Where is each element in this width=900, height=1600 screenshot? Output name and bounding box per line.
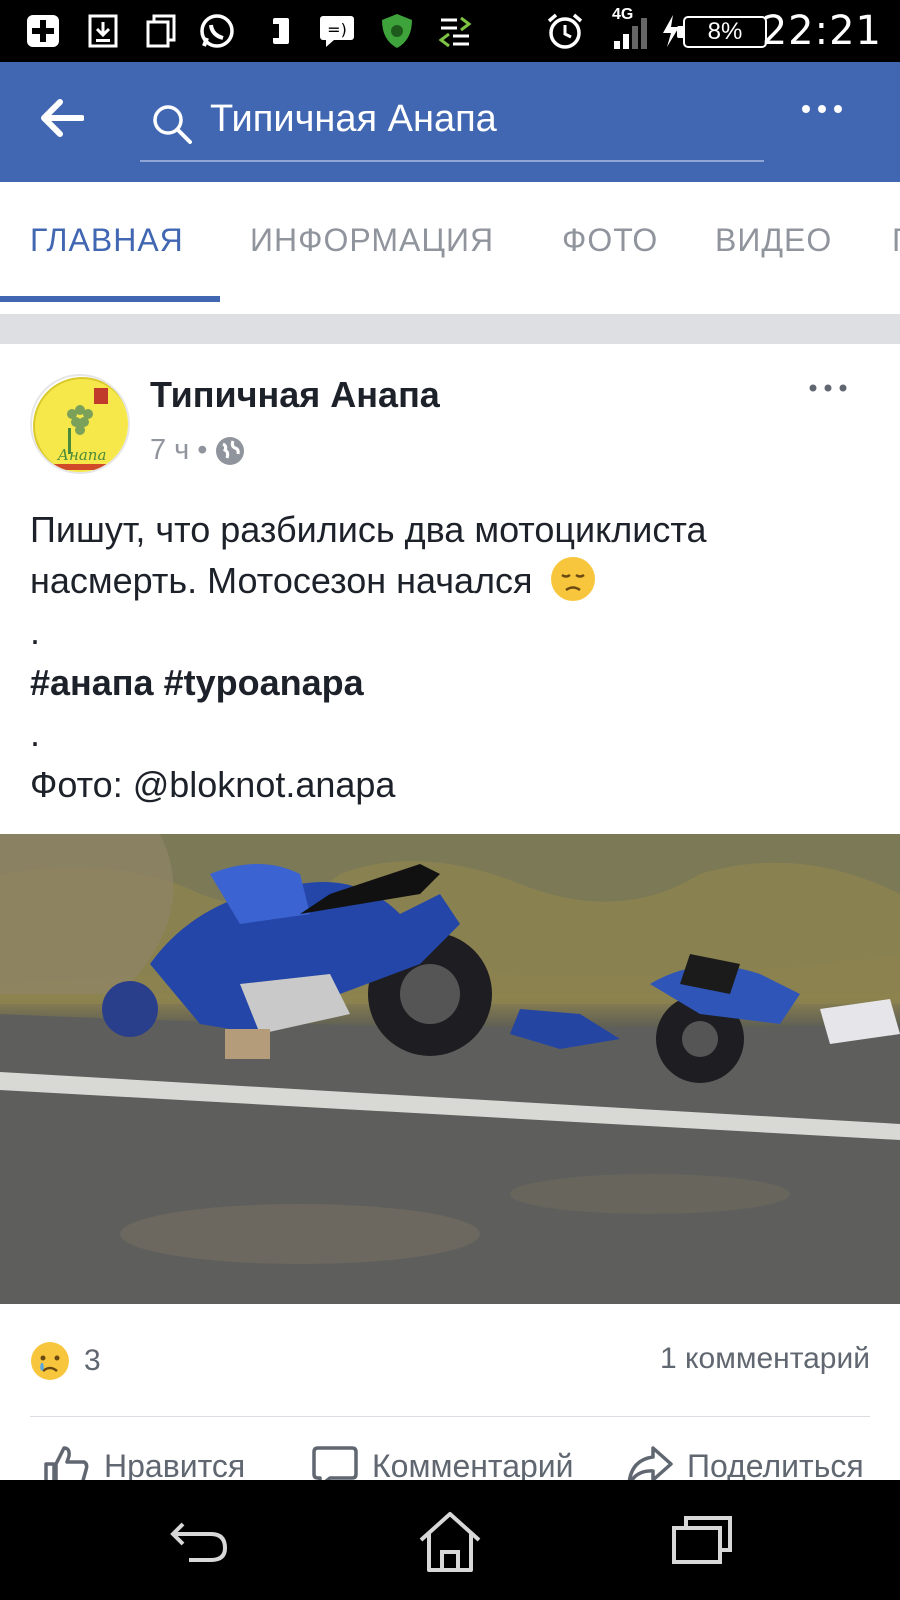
tab-main[interactable]: ГЛАВНАЯ: [30, 222, 184, 259]
nav-recents-button[interactable]: [668, 1510, 738, 1570]
back-button[interactable]: [40, 98, 100, 148]
sad-reaction-icon: [31, 1342, 69, 1380]
post-photo[interactable]: [0, 834, 900, 1304]
copy-icon: [142, 12, 180, 50]
search-field[interactable]: Типичная Анапа: [140, 84, 764, 162]
post-author[interactable]: Типичная Анапа: [150, 374, 440, 416]
nav-home-button[interactable]: [415, 1510, 485, 1572]
disappointed-face-icon: [550, 557, 595, 601]
search-icon: [153, 105, 192, 144]
reactions-summary[interactable]: 3: [30, 1336, 101, 1386]
post-text-line: .: [30, 713, 41, 754]
post-body: Пишут, что разбились два мотоциклиста на…: [30, 504, 870, 810]
like-label: Нравится: [104, 1447, 246, 1484]
post-options-button[interactable]: [808, 380, 858, 400]
phone-transfer-icon: [262, 12, 300, 50]
more-dots-icon: [809, 384, 847, 392]
whatsapp-icon: [198, 12, 236, 50]
status-bar: =) 4G 8% 22:21: [0, 0, 900, 62]
tab-video[interactable]: ВИДЕО: [715, 222, 832, 259]
motorcycle-crash-photo: [0, 834, 900, 1304]
app-bar: Типичная Анапа: [0, 62, 900, 182]
photo-credit: Фото: @bloknot.anapa: [30, 764, 396, 805]
more-dots-icon: [802, 105, 842, 113]
page-tabs: ГЛАВНАЯ ИНФОРМАЦИЯ ФОТО ВИДЕО Г: [0, 182, 900, 302]
more-options-button[interactable]: [800, 102, 860, 142]
recent-apps-icon: [672, 1516, 732, 1564]
comments-count-link[interactable]: 1 комментарий: [660, 1342, 870, 1376]
signal-icon: [612, 14, 650, 52]
search-query: Типичная Анапа: [210, 98, 497, 140]
section-divider: [0, 314, 900, 344]
alarm-icon: [546, 12, 584, 50]
app-plus-icon: [24, 12, 62, 50]
post-text-line: Пишут, что разбились два мотоциклиста: [30, 509, 707, 550]
globe-icon: [216, 436, 245, 465]
share-label: Поделиться: [687, 1447, 864, 1484]
nav-back-icon: [170, 1522, 228, 1562]
post-hashtags[interactable]: #анапа #typoanapa: [30, 657, 870, 708]
tab-photo[interactable]: ФОТО: [562, 222, 658, 259]
back-arrow-icon: [41, 99, 85, 137]
clock: 22:21: [761, 8, 882, 54]
tab-info[interactable]: ИНФОРМАЦИЯ: [250, 222, 494, 259]
antivirus-icon: [378, 12, 416, 50]
post-time[interactable]: 7 ч: [150, 434, 189, 467]
meta-separator: •: [197, 434, 208, 466]
svg-text:=): =): [327, 20, 347, 39]
system-nav-bar: [0, 1480, 900, 1600]
post-text-line: насмерть. Мотосезон начался: [30, 555, 870, 606]
tab-more[interactable]: Г: [892, 222, 900, 259]
comment-label: Комментарий: [372, 1447, 574, 1484]
divider: [30, 1416, 870, 1417]
avatar-lettering: Анапа: [57, 446, 107, 464]
data-transfer-icon: [436, 12, 474, 50]
download-icon: [84, 12, 122, 50]
battery-indicator: 8%: [677, 16, 767, 48]
reaction-count: 3: [84, 1344, 101, 1377]
nav-back-button[interactable]: [165, 1510, 235, 1570]
page-avatar[interactable]: Анапа: [30, 374, 130, 474]
active-tab-indicator: [0, 296, 220, 302]
post-meta: 7 ч •: [150, 434, 245, 467]
post-card: Анапа Типичная Анапа 7 ч • Пишут, что ра…: [0, 344, 900, 1488]
message-icon: =): [318, 12, 356, 50]
post-text-line: .: [30, 611, 41, 652]
home-icon: [419, 1512, 481, 1572]
anapa-logo: Анапа: [33, 377, 128, 472]
